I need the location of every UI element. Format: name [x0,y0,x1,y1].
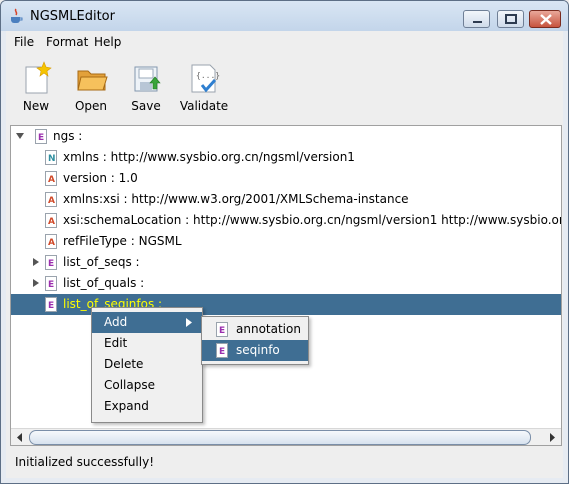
save-button[interactable]: Save [120,57,172,115]
svg-text:E: E [48,259,54,269]
scroll-left-icon[interactable] [11,429,28,446]
svg-text:A: A [48,196,55,206]
tree-node-label: refFileType : NGSML [63,234,182,248]
open-button[interactable]: Open [65,57,117,115]
tree-node-label: list_of_quals : [63,276,145,290]
element-icon: E [35,129,47,144]
submenu-item-seqinfo[interactable]: E seqinfo [202,340,308,361]
add-submenu: E annotation E seqinfo [201,316,309,365]
menu-file[interactable]: File [14,35,34,49]
open-folder-icon [77,70,108,91]
validate-button[interactable]: {...} Validate [174,57,234,115]
minimize-icon [473,21,482,23]
svg-text:A: A [48,217,55,227]
open-label: Open [74,99,108,113]
menu-item-label: Expand [104,399,149,413]
scrollbar-thumb[interactable] [29,430,531,445]
submenu-item-label: seqinfo [236,343,280,357]
menu-item-expand[interactable]: Expand [92,396,202,417]
tree-node-label: xsi:schemaLocation : http://www.sysbio.o… [63,213,561,227]
close-button[interactable] [529,10,561,28]
new-label: New [22,99,50,113]
svg-text:E: E [38,133,44,143]
menu-item-add[interactable]: Add [92,312,202,333]
title-bar[interactable]: NGSMLEditor [1,1,568,31]
minimize-button[interactable] [463,10,490,28]
attribute-icon: A [45,234,57,249]
submenu-item-label: annotation [236,322,301,336]
menu-item-delete[interactable]: Delete [92,354,202,375]
svg-text:A: A [48,238,55,248]
submenu-item-annotation[interactable]: E annotation [202,319,308,340]
attribute-icon: A [45,192,57,207]
new-file-icon [25,61,52,94]
validate-icon: {...} [191,64,220,93]
menu-item-label: Collapse [104,378,155,392]
maximize-button[interactable] [497,10,524,28]
new-button[interactable]: New [10,57,62,115]
collapsed-arrow-icon[interactable] [31,278,41,288]
context-menu: Add Edit Delete Collapse Expand [91,307,203,423]
java-app-icon [9,8,23,24]
tree-node-label: xmlns : http://www.sysbio.org.cn/ngsml/v… [63,150,355,164]
element-icon: E [45,276,57,291]
tree-node-label: version : 1.0 [63,171,138,185]
toolbar: New Open Save {...} Validate [6,55,563,117]
collapsed-arrow-icon[interactable] [31,257,41,267]
close-icon [540,14,552,25]
svg-text:E: E [219,347,225,357]
element-icon: E [216,322,228,337]
namespace-icon: N [45,150,57,165]
tree-node-label: list_of_seqs : [63,255,140,269]
menu-item-edit[interactable]: Edit [92,333,202,354]
attribute-icon: A [45,213,57,228]
svg-text:{...}: {...} [196,71,220,80]
menu-item-label: Delete [104,357,144,371]
svg-text:A: A [48,175,55,185]
element-icon: E [45,255,57,270]
attribute-icon: A [45,171,57,186]
scroll-right-icon[interactable] [544,429,561,446]
menu-item-collapse[interactable]: Collapse [92,375,202,396]
submenu-arrow-icon [186,318,192,327]
menu-format[interactable]: Format [46,35,88,49]
status-text: Initialized successfully! [15,455,155,469]
client-area: File Format Help New Open Save {...} Val… [6,31,563,478]
element-icon: E [45,297,57,312]
maximize-icon [505,14,517,24]
app-window: NGSMLEditor File Format Help New Open Sa… [0,0,569,484]
menu-item-label: Edit [104,336,128,350]
menu-item-label: Add [104,315,128,329]
window-title: NGSMLEditor [30,9,115,24]
save-icon [134,66,161,92]
svg-text:E: E [48,280,54,290]
expanded-arrow-icon[interactable] [15,131,25,141]
svg-text:N: N [48,154,56,164]
menu-help[interactable]: Help [94,35,121,49]
save-label: Save [131,99,161,113]
tree-node-label: xmlns:xsi : http://www.w3.org/2001/XMLSc… [63,192,409,206]
menu-bar: File Format Help [6,31,563,53]
horizontal-scrollbar[interactable] [11,428,561,446]
svg-text:E: E [48,301,54,311]
validate-label: Validate [179,99,229,113]
tree-node-label: ngs : [53,129,83,143]
element-icon: E [216,343,228,358]
svg-text:E: E [219,326,225,336]
